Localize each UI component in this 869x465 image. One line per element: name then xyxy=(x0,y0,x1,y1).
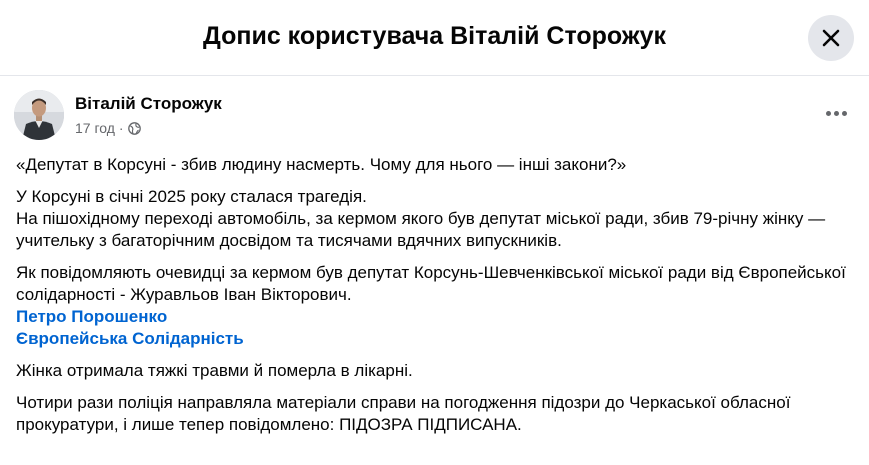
avatar-image xyxy=(14,90,64,140)
close-button[interactable] xyxy=(808,15,854,61)
post-paragraph-witnesses: Як повідомляють очевидці за кермом був д… xyxy=(16,262,856,306)
post-line: Як повідомляють очевидці за кермом був д… xyxy=(16,263,846,304)
more-horizontal-icon-dot xyxy=(833,110,839,116)
close-icon xyxy=(822,29,840,47)
post-text: «Депутат в Корсуні - збив людину насмерт… xyxy=(16,154,856,446)
post-links: Петро Порошенко Європейська Солідарність xyxy=(16,306,856,350)
post-paragraph-death: Жінка отримала тяжкі травми й померла в … xyxy=(16,361,413,380)
post-paragraph-intro: У Корсуні в січні 2025 року сталася траг… xyxy=(16,186,856,252)
more-horizontal-icon xyxy=(825,110,831,116)
meta-separator: · xyxy=(118,120,124,136)
post-line: На пішохідному переході автомобіль, за к… xyxy=(16,209,826,250)
globe-icon xyxy=(127,121,141,135)
dialog-header: Допис користувача Віталій Сторожук xyxy=(0,0,869,76)
more-options-button[interactable] xyxy=(818,98,854,128)
post-meta: 17 год · xyxy=(75,120,141,136)
mention-link-poroshenko[interactable]: Петро Порошенко xyxy=(16,306,856,328)
post-paragraph-police: Чотири рази поліція направляла матеріали… xyxy=(16,393,791,434)
dialog-title: Допис користувача Віталій Сторожук xyxy=(202,22,667,50)
post-time[interactable]: 17 год xyxy=(75,120,115,136)
author-name[interactable]: Віталій Сторожук xyxy=(75,94,222,114)
more-horizontal-icon-dot xyxy=(841,110,847,116)
post-paragraph-quote: «Депутат в Корсуні - збив людину насмерт… xyxy=(16,155,627,174)
avatar[interactable] xyxy=(14,90,64,140)
mention-link-european-solidarity[interactable]: Європейська Солідарність xyxy=(16,328,856,350)
post-line: У Корсуні в січні 2025 року сталася траг… xyxy=(16,187,367,206)
